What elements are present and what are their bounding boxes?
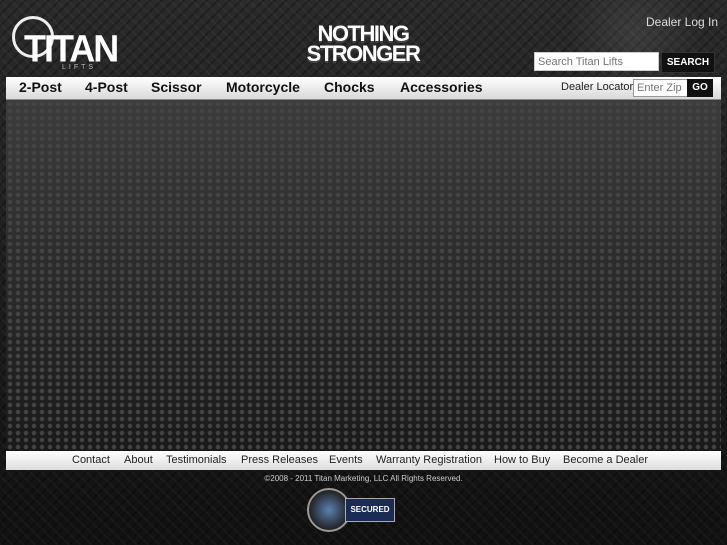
main-content-area (6, 100, 721, 450)
copyright-text: ©2008 - 2011 Titan Marketing, LLC All Ri… (264, 474, 463, 483)
tagline: NOTHING STRONGER (300, 23, 426, 66)
footer-link-press-releases[interactable]: Press Releases (241, 454, 318, 466)
go-button[interactable]: GO (687, 79, 713, 97)
footer-link-become-a-dealer[interactable]: Become a Dealer (563, 454, 648, 466)
nav-item-scissor[interactable]: Scissor (151, 79, 202, 95)
footer-nav: Contact About Testimonials Press Release… (6, 451, 721, 470)
zip-input[interactable] (633, 79, 688, 97)
seal-label: SECURED (345, 498, 395, 522)
footer-link-contact[interactable]: Contact (72, 454, 110, 466)
security-seal[interactable]: SECURED (307, 488, 395, 532)
tagline-line2: STRONGER (306, 41, 421, 66)
nav-item-4-post[interactable]: 4-Post (85, 79, 128, 95)
nav-item-chocks[interactable]: Chocks (324, 79, 375, 95)
logo-subtext: LIFTS (62, 64, 97, 71)
nav-item-2-post[interactable]: 2-Post (19, 79, 62, 95)
footer-link-testimonials[interactable]: Testimonials (166, 454, 227, 466)
search-input[interactable] (534, 52, 659, 71)
footer-link-about[interactable]: About (124, 454, 153, 466)
site-header: TITAN LIFTS NOTHING STRONGER Dealer Log … (0, 0, 727, 90)
footer-link-warranty-registration[interactable]: Warranty Registration (376, 454, 482, 466)
nav-item-motorcycle[interactable]: Motorcycle (226, 79, 300, 95)
footer-link-how-to-buy[interactable]: How to Buy (494, 454, 550, 466)
search-button[interactable]: SEARCH (661, 52, 715, 73)
main-nav: 2-Post 4-Post Scissor Motorcycle Chocks … (6, 77, 721, 100)
titan-logo[interactable]: TITAN LIFTS (10, 14, 119, 72)
nav-item-accessories[interactable]: Accessories (400, 79, 483, 95)
dealer-login-link[interactable]: Dealer Log In (646, 15, 718, 29)
footer-link-events[interactable]: Events (329, 454, 363, 466)
dealer-locator-label: Dealer Locator (561, 81, 634, 93)
